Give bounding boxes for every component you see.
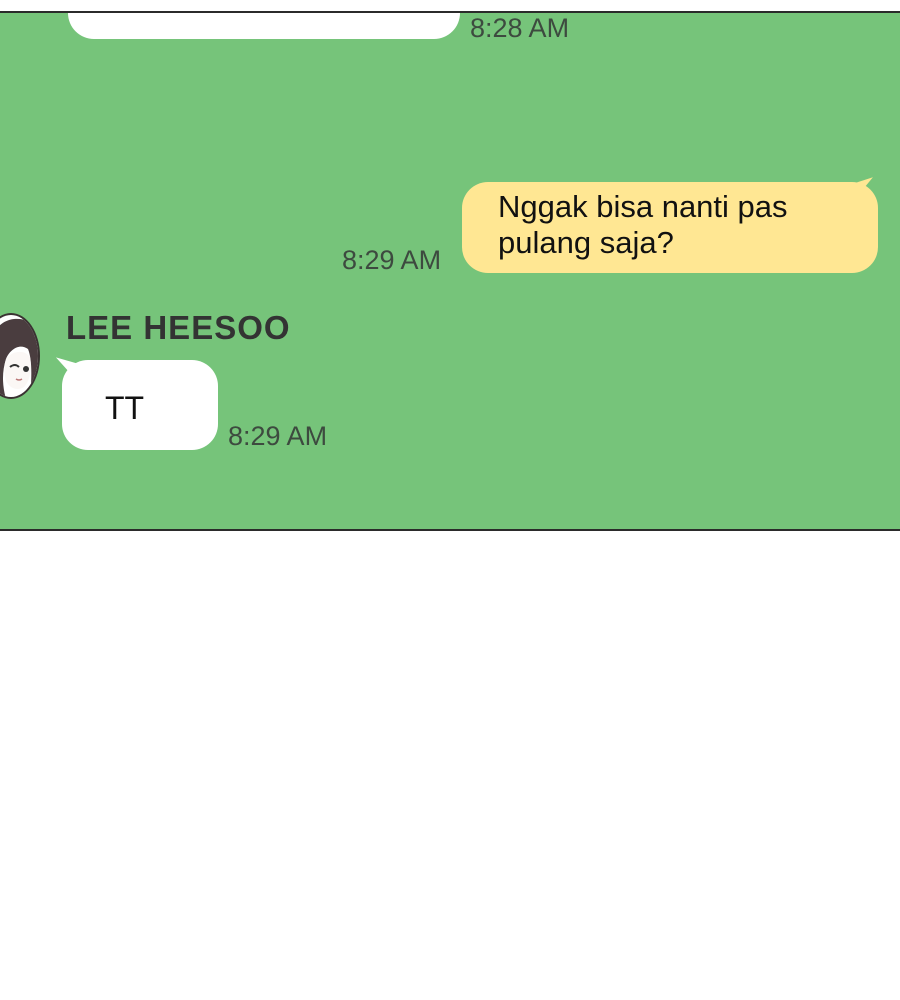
outgoing-message-bubble: Nggak bisa nanti pas pulang saja? (462, 182, 878, 273)
message-timestamp: 8:29 AM (342, 245, 442, 275)
outgoing-message-text: Nggak bisa nanti pas pulang saja? (498, 189, 788, 260)
incoming-message-text: TT (105, 390, 145, 426)
sender-name: LEE HEESOO (66, 309, 291, 346)
chat-panel: 8:28 AM Nggak bisa nanti pas pulang saja… (0, 11, 900, 531)
message-timestamp: 8:28 AM (470, 13, 570, 43)
incoming-message-bubble-partial (68, 13, 460, 39)
girl-avatar-icon[interactable] (0, 313, 40, 399)
message-timestamp: 8:29 AM (228, 421, 328, 451)
incoming-message-bubble: TT (62, 360, 218, 450)
